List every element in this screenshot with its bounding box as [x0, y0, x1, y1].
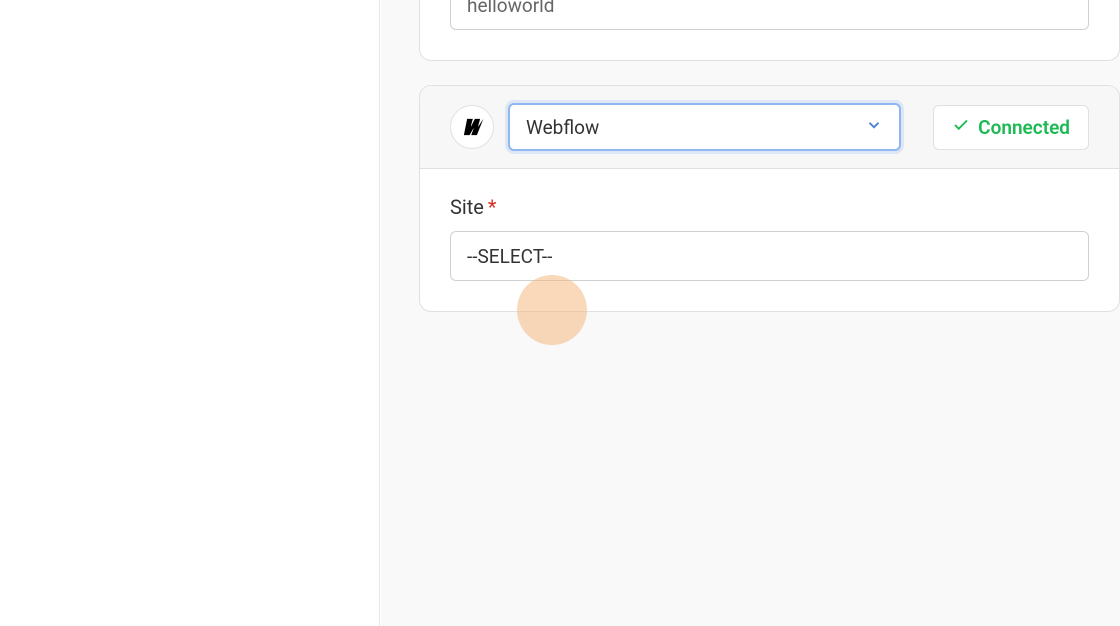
webflow-logo: [450, 105, 494, 149]
site-select-placeholder: --SELECT--: [467, 245, 552, 268]
app-select-dropdown[interactable]: Webflow: [508, 103, 901, 151]
site-select-dropdown[interactable]: --SELECT--: [450, 231, 1089, 281]
required-asterisk: *: [488, 195, 497, 219]
webflow-logo-icon: [459, 114, 485, 140]
check-icon: [952, 116, 970, 138]
card-body: Site * --SELECT--: [420, 169, 1119, 311]
connection-status-badge: Connected: [933, 105, 1089, 150]
webflow-card: Webflow Connected Sit: [419, 85, 1120, 312]
main-area: helloworld Webflow: [381, 0, 1120, 626]
text-input-field[interactable]: helloworld: [450, 0, 1089, 30]
site-field-label: Site *: [450, 195, 1089, 219]
left-panel: [0, 0, 380, 626]
site-label-text: Site: [450, 195, 484, 219]
top-card: helloworld: [419, 0, 1120, 61]
input-value: helloworld: [467, 0, 555, 17]
connection-status-text: Connected: [978, 116, 1070, 139]
card-header: Webflow Connected: [420, 86, 1119, 169]
app-select-value: Webflow: [526, 116, 599, 139]
chevron-down-icon: [865, 116, 883, 138]
